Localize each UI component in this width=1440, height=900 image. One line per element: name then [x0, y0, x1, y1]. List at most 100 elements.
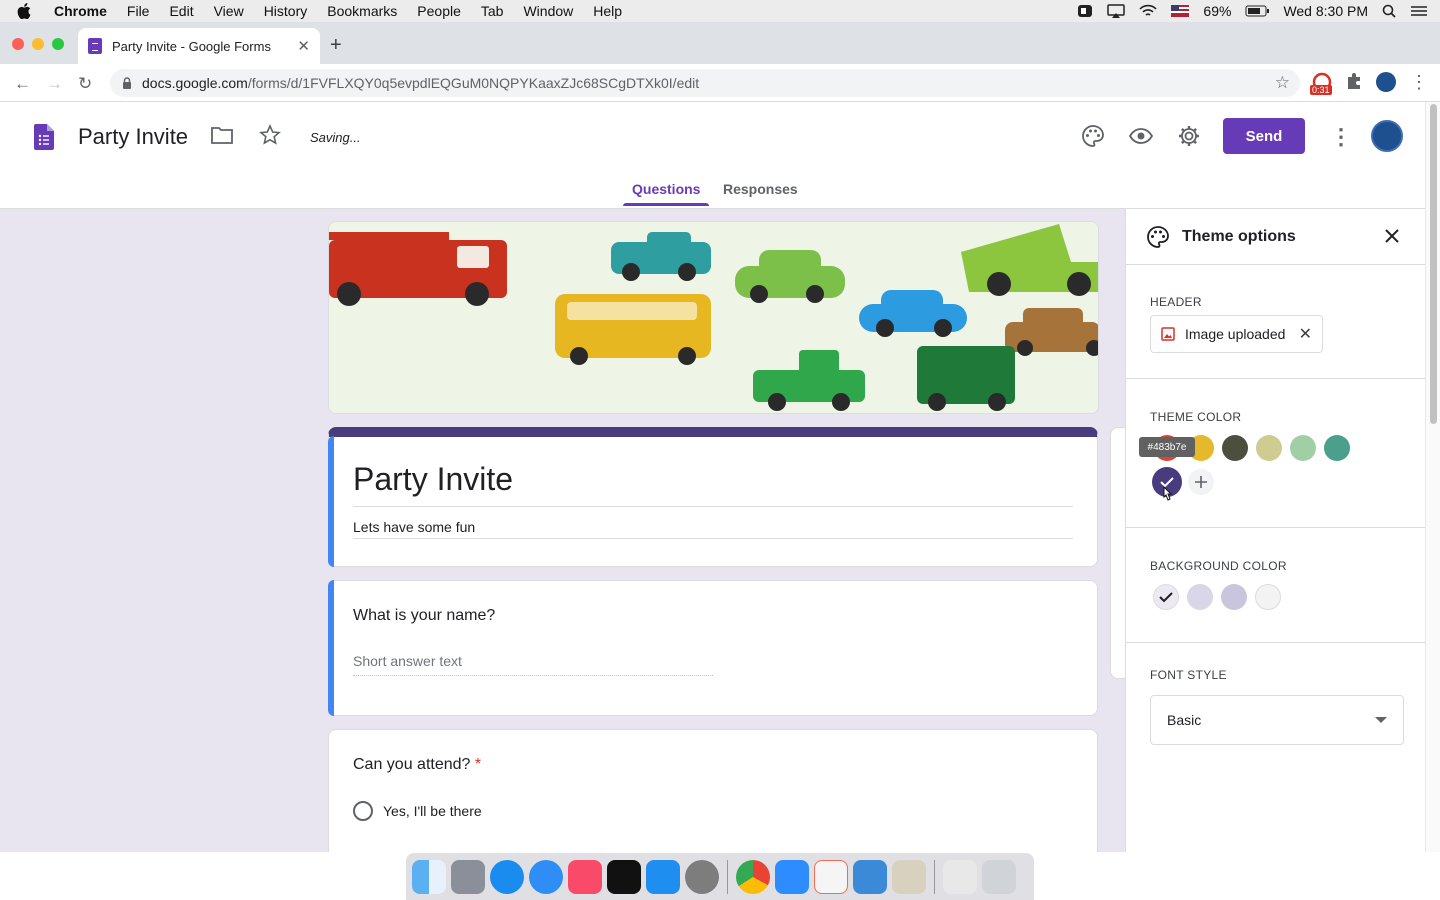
back-arrow-icon[interactable]: ←	[14, 74, 31, 94]
calculator-icon[interactable]	[892, 859, 926, 894]
battery-icon[interactable]	[1245, 5, 1270, 17]
menu-window[interactable]: Window	[513, 3, 583, 19]
description-underline	[353, 538, 1073, 539]
question-title[interactable]: What is your name?	[353, 607, 495, 625]
star-icon[interactable]	[259, 124, 281, 146]
bookmark-star-icon[interactable]: ☆	[1275, 73, 1290, 93]
page-scrollbar[interactable]	[1425, 102, 1440, 852]
form-view-tabs: Questions Responses	[0, 178, 1425, 209]
menu-people[interactable]: People	[407, 3, 471, 19]
spotlight-search-icon[interactable]	[1382, 4, 1396, 18]
more-options-icon[interactable]: ⋮	[1330, 124, 1352, 150]
battery-percent[interactable]: 69%	[1203, 3, 1231, 19]
menu-file[interactable]: File	[117, 3, 160, 19]
document-title[interactable]: Party Invite	[78, 124, 188, 150]
downloads-stack-icon[interactable]	[943, 859, 977, 894]
close-panel-icon[interactable]	[1384, 228, 1400, 244]
keynote-remote-icon[interactable]	[814, 859, 848, 894]
tab-close-icon[interactable]: ✕	[297, 37, 310, 55]
section-label-header: HEADER	[1150, 295, 1202, 309]
question-card-name[interactable]: What is your name? Short answer text	[328, 580, 1098, 716]
background-swatch-lavender[interactable]	[1187, 584, 1213, 610]
minimize-window-button[interactable]	[32, 38, 44, 50]
add-custom-color-button[interactable]	[1188, 469, 1214, 495]
extension-timer-icon[interactable]: 0:31	[1310, 72, 1334, 96]
background-swatch-selected[interactable]	[1153, 584, 1179, 610]
browser-tab-active[interactable]: Party Invite - Google Forms ✕	[78, 28, 320, 64]
menubar-clock[interactable]: Wed 8:30 PM	[1283, 3, 1368, 19]
font-style-select[interactable]: Basic	[1150, 695, 1404, 745]
launchpad-icon[interactable]	[451, 859, 485, 894]
tab-responses[interactable]: Responses	[723, 181, 798, 197]
address-bar[interactable]: docs.google.com/forms/d/1FVFLXQY0q5evpdl…	[110, 69, 1300, 97]
checkmark-icon	[1159, 592, 1173, 603]
short-answer-line	[353, 675, 713, 676]
tab-questions[interactable]: Questions	[632, 181, 700, 197]
settings-gear-icon[interactable]	[1177, 124, 1201, 148]
chrome-icon[interactable]	[736, 859, 770, 894]
background-swatch-grey[interactable]	[1255, 584, 1281, 610]
question-card-attend[interactable]: Can you attend? * Yes, I'll be there	[328, 729, 1098, 852]
radio-option-yes[interactable]	[353, 801, 373, 821]
profile-avatar-icon[interactable]	[1376, 72, 1396, 92]
wifi-icon[interactable]	[1139, 4, 1157, 18]
menu-view[interactable]: View	[204, 3, 254, 19]
customize-theme-palette-icon[interactable]	[1081, 124, 1105, 148]
menubar-status-area: 69% Wed 8:30 PM	[1077, 0, 1428, 22]
messages-icon[interactable]	[529, 859, 563, 894]
menu-bookmarks[interactable]: Bookmarks	[317, 3, 407, 19]
zoom-window-button[interactable]	[52, 38, 64, 50]
floating-question-toolbar[interactable]	[1110, 427, 1125, 679]
trash-icon[interactable]	[982, 859, 1016, 894]
form-editor-canvas: Party Invite Lets have some fun What is …	[0, 209, 1125, 852]
scrollbar-thumb[interactable]	[1430, 104, 1437, 424]
url-path: /forms/d/1FVFLXQY0q5evpdlEQGuM0NQPYKaaxZ…	[247, 75, 700, 91]
theme-swatch-khaki[interactable]	[1256, 435, 1282, 461]
theme-swatch-dark-olive[interactable]	[1222, 435, 1248, 461]
reload-icon[interactable]: ↻	[78, 74, 92, 94]
safari-icon[interactable]	[490, 859, 524, 894]
menu-edit[interactable]: Edit	[159, 3, 203, 19]
google-forms-logo-icon[interactable]	[34, 124, 54, 150]
apple-icon[interactable]	[0, 3, 48, 19]
menu-help[interactable]: Help	[583, 3, 632, 19]
remove-image-icon[interactable]: ✕	[1299, 324, 1312, 344]
send-button[interactable]: Send	[1223, 118, 1305, 154]
question-title[interactable]: Can you attend? *	[353, 756, 481, 774]
us-flag-icon[interactable]	[1171, 5, 1190, 17]
form-title-card[interactable]: Party Invite Lets have some fun	[328, 427, 1098, 567]
preview-eye-icon[interactable]	[1129, 128, 1153, 144]
control-center-icon[interactable]	[1410, 5, 1428, 17]
account-avatar[interactable]	[1371, 120, 1403, 152]
app-store-icon[interactable]	[646, 859, 680, 894]
finder-icon[interactable]	[412, 859, 446, 894]
form-description[interactable]: Lets have some fun	[353, 519, 475, 535]
header-image-chip[interactable]: Image uploaded ✕	[1150, 315, 1323, 353]
theme-swatch-teal[interactable]	[1324, 435, 1350, 461]
menu-tab[interactable]: Tab	[471, 3, 514, 19]
music-icon[interactable]	[568, 859, 602, 894]
panel-title: Theme options	[1182, 228, 1296, 245]
system-preferences-icon[interactable]	[685, 859, 719, 894]
dropdown-arrow-icon	[1375, 717, 1387, 723]
theme-swatch-light-green[interactable]	[1290, 435, 1316, 461]
move-to-folder-icon[interactable]	[211, 126, 233, 144]
menu-app-name[interactable]: Chrome	[48, 3, 117, 19]
theme-options-panel: Theme options HEADER Image uploaded ✕ TH…	[1125, 209, 1426, 852]
airplay-icon[interactable]	[1107, 4, 1126, 18]
chip-label: Image uploaded	[1185, 326, 1286, 342]
extensions-puzzle-icon[interactable]	[1345, 72, 1363, 90]
background-swatch-periwinkle[interactable]	[1221, 584, 1247, 610]
close-window-button[interactable]	[12, 38, 24, 50]
form-title[interactable]: Party Invite	[353, 461, 513, 498]
video-camera-icon[interactable]	[1077, 4, 1093, 18]
new-tab-plus-icon[interactable]: +	[330, 34, 342, 57]
chrome-menu-icon[interactable]: ⋮	[1410, 72, 1428, 93]
menu-history[interactable]: History	[254, 3, 318, 19]
question-title-text: Can you attend?	[353, 756, 471, 773]
mouse-pointer-icon	[1163, 485, 1173, 501]
forward-arrow-icon[interactable]: →	[46, 74, 63, 94]
keynote-icon[interactable]	[853, 859, 887, 894]
apple-tv-icon[interactable]	[607, 859, 641, 894]
zoom-icon[interactable]	[775, 859, 809, 894]
